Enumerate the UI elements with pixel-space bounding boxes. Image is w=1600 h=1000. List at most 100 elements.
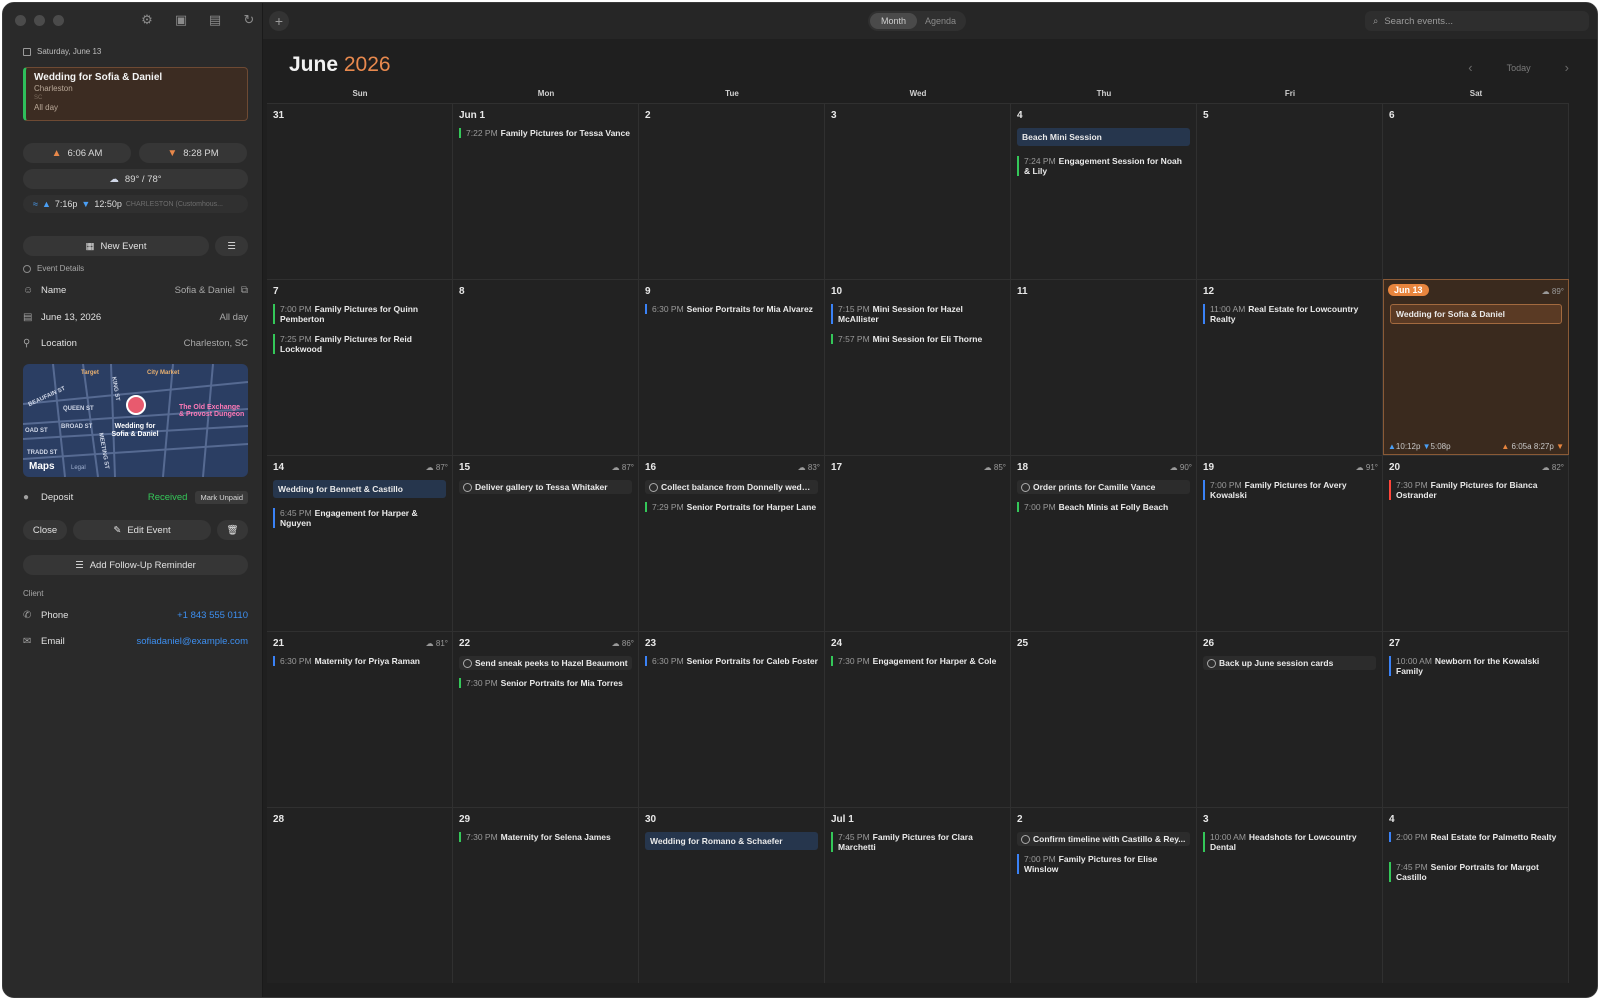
phone-link[interactable]: +1 843 555 0110 [177,610,248,621]
map-streets [23,364,248,477]
chevron-left-icon[interactable]: ‹ [1468,60,1472,75]
timed-event[interactable]: 7:45 PM Family Pictures for Clara Marchet… [831,832,1004,852]
day-cell[interactable]: 21 ☁ 81° 6:30 PM Maternity for Priya Raman [267,631,453,807]
day-cell[interactable]: Jul 1 7:45 PM Family Pictures for Clara Ma… [825,807,1011,983]
day-cell[interactable]: 31 [267,103,453,279]
map-legal-link[interactable]: Legal [71,465,86,471]
day-cell[interactable]: 12 11:00 AM Real Estate for Lowcountry Rea… [1197,279,1383,455]
day-cell[interactable]: 8 [453,279,639,455]
chevron-right-icon[interactable]: › [1565,60,1569,75]
day-cell[interactable]: 30 Wedding for Romano & Schaefer [639,807,825,983]
timed-event[interactable]: 10:00 AM Newborn for the Kowalski Family [1389,656,1562,676]
day-cell[interactable]: 20 ☁ 82° 7:30 PM Family Pictures for Bianca… [1383,455,1569,631]
today-button[interactable]: Today [1507,63,1531,73]
timed-event[interactable]: 6:45 PM Engagement for Harper & Nguyen [273,508,446,528]
day-cell[interactable]: 11 [1011,279,1197,455]
task-item[interactable]: Confirm timeline with Castillo & Rey... [1017,832,1190,846]
zoom-window-button[interactable] [53,15,64,26]
close-window-button[interactable] [15,15,26,26]
day-cell[interactable]: 3 10:00 AM Headshots for Lowcountry Dental [1197,807,1383,983]
day-cell[interactable]: Jun 1 7:22 PM Family Pictures for Tessa Va… [453,103,639,279]
task-item[interactable]: Collect balance from Donnelly wedd... [645,480,818,494]
email-link[interactable]: sofiadaniel@example.com [136,636,248,647]
location-map[interactable]: BEAUFAIN ST QUEEN ST BROAD ST OAD ST TRA… [23,364,248,477]
contacts-icon[interactable]: ▣ [173,12,189,28]
edit-event-button[interactable]: ✎ Edit Event [73,520,211,540]
timed-event[interactable]: 7:30 PM Family Pictures for Bianca Ostran… [1389,480,1562,500]
sunset-time: 8:28 PM [183,147,219,159]
timed-event[interactable]: 2:00 PM Real Estate for Palmetto Realty [1389,832,1562,842]
timed-event[interactable]: 7:30 PM Maternity for Selena James [459,832,632,842]
map-pin-icon[interactable] [126,395,146,415]
allday-event[interactable]: Wedding for Romano & Schaefer [645,832,818,850]
day-cell[interactable]: 16 ☁ 83° Collect balance from Donnelly wed… [639,455,825,631]
day-cell[interactable]: 10 7:15 PM Mini Session for Hazel McAllist… [825,279,1011,455]
timed-event[interactable]: 7:30 PM Senior Portraits for Mia Torres [459,678,632,688]
mark-unpaid-button[interactable]: Mark Unpaid [195,491,248,504]
timed-event[interactable]: 6:30 PM Senior Portraits for Caleb Foster [645,656,818,666]
timed-event[interactable]: 6:30 PM Maternity for Priya Raman [273,656,446,666]
day-cell[interactable]: 2 [639,103,825,279]
delete-button[interactable]: 🗑 [217,520,248,540]
day-cell[interactable]: 22 ☁ 86° Send sneak peeks to Hazel Beaumon… [453,631,639,807]
timed-event[interactable]: 7:57 PM Mini Session for Eli Thorne [831,334,1004,344]
day-cell[interactable]: 28 [267,807,453,983]
day-cell[interactable]: 26 Back up June session cards [1197,631,1383,807]
day-cell[interactable]: 7 7:00 PM Family Pictures for Quinn Pember… [267,279,453,455]
selected-event-card[interactable]: Wedding for Sofia & Daniel Charleston SC… [23,67,248,121]
allday-event[interactable]: Wedding for Bennett & Castillo [273,480,446,498]
day-cell[interactable]: Jun 13 ☁ 89° Wedding for Sofia & Daniel ▲10… [1383,279,1569,455]
timed-event[interactable]: 7:00 PM Family Pictures for Quinn Pembert… [273,304,446,324]
day-cell[interactable]: 29 7:30 PM Maternity for Selena James [453,807,639,983]
day-cell[interactable]: 4 Beach Mini Session 7:24 PM Engagement Ses… [1011,103,1197,279]
timed-event[interactable]: 7:25 PM Family Pictures for Reid Lockwood [273,334,446,354]
day-cell[interactable]: 23 6:30 PM Senior Portraits for Caleb Fost… [639,631,825,807]
add-icon[interactable]: + [269,11,289,31]
new-event-button[interactable]: ▦ New Event [23,236,209,256]
minimize-window-button[interactable] [34,15,45,26]
timed-event[interactable]: 7:30 PM Engagement for Harper & Cole [831,656,1004,666]
day-cell[interactable]: 14 ☁ 87° Wedding for Bennett & Castillo 6:4… [267,455,453,631]
day-cell[interactable]: 24 7:30 PM Engagement for Harper & Cole [825,631,1011,807]
day-cell[interactable]: 5 [1197,103,1383,279]
day-cell[interactable]: 25 [1011,631,1197,807]
timed-event[interactable]: 10:00 AM Headshots for Lowcountry Dental [1203,832,1376,852]
timed-event[interactable]: 7:00 PM Family Pictures for Elise Winslow [1017,854,1190,874]
timed-event[interactable]: 7:00 PM Beach Minis at Folly Beach [1017,502,1190,512]
task-item[interactable]: Back up June session cards [1203,656,1376,670]
close-button[interactable]: Close [23,520,67,540]
day-cell[interactable]: 19 ☁ 91° 7:00 PM Family Pictures for Avery … [1197,455,1383,631]
task-item[interactable]: Order prints for Camille Vance [1017,480,1190,494]
calendar-icon[interactable]: ▤ [207,12,223,28]
task-item[interactable]: Send sneak peeks to Hazel Beaumont [459,656,632,670]
day-cell[interactable]: 9 6:30 PM Senior Portraits for Mia Alvarez [639,279,825,455]
timed-event[interactable]: 7:15 PM Mini Session for Hazel McAllister [831,304,1004,324]
day-cell[interactable]: 6 [1383,103,1569,279]
day-cell[interactable]: 17 ☁ 85° [825,455,1011,631]
agenda-view-tab[interactable]: Agenda [917,13,964,29]
selected-event-title: Wedding for Sofia & Daniel [34,72,163,83]
day-cell[interactable]: 27 10:00 AM Newborn for the Kowalski Famil… [1383,631,1569,807]
timed-event[interactable]: 7:45 PM Senior Portraits for Margot Casti… [1389,862,1562,882]
day-cell[interactable]: 15 ☁ 87° Deliver gallery to Tessa Whitaker [453,455,639,631]
day-cell[interactable]: 18 ☁ 90° Order prints for Camille Vance 7:0… [1011,455,1197,631]
day-cell[interactable]: 4 2:00 PM Real Estate for Palmetto Realty 7… [1383,807,1569,983]
timed-event[interactable]: 11:00 AM Real Estate for Lowcountry Realt… [1203,304,1376,324]
day-cell[interactable]: 3 [825,103,1011,279]
gear-icon[interactable]: ⚙ [139,12,155,28]
add-followup-button[interactable]: ☰ Add Follow-Up Reminder [23,555,248,575]
filter-button[interactable]: ☰ [215,236,248,256]
search-input[interactable] [1384,15,1565,27]
task-item[interactable]: Deliver gallery to Tessa Whitaker [459,480,632,494]
refresh-icon[interactable]: ↻ [241,12,257,28]
timed-event[interactable]: 7:24 PM Engagement Session for Noah & Lil… [1017,156,1190,176]
copy-icon[interactable]: ⧉ [241,285,248,296]
timed-event[interactable]: 6:30 PM Senior Portraits for Mia Alvarez [645,304,818,314]
timed-event[interactable]: 7:29 PM Senior Portraits for Harper Lane [645,502,818,512]
timed-event[interactable]: 7:22 PM Family Pictures for Tessa Vance [459,128,632,138]
timed-event[interactable]: 7:00 PM Family Pictures for Avery Kowalsk… [1203,480,1376,500]
day-cell[interactable]: 2 Confirm timeline with Castillo & Rey...… [1011,807,1197,983]
allday-event[interactable]: Beach Mini Session [1017,128,1190,146]
month-view-tab[interactable]: Month [870,13,917,29]
allday-event[interactable]: Wedding for Sofia & Daniel [1390,304,1562,324]
